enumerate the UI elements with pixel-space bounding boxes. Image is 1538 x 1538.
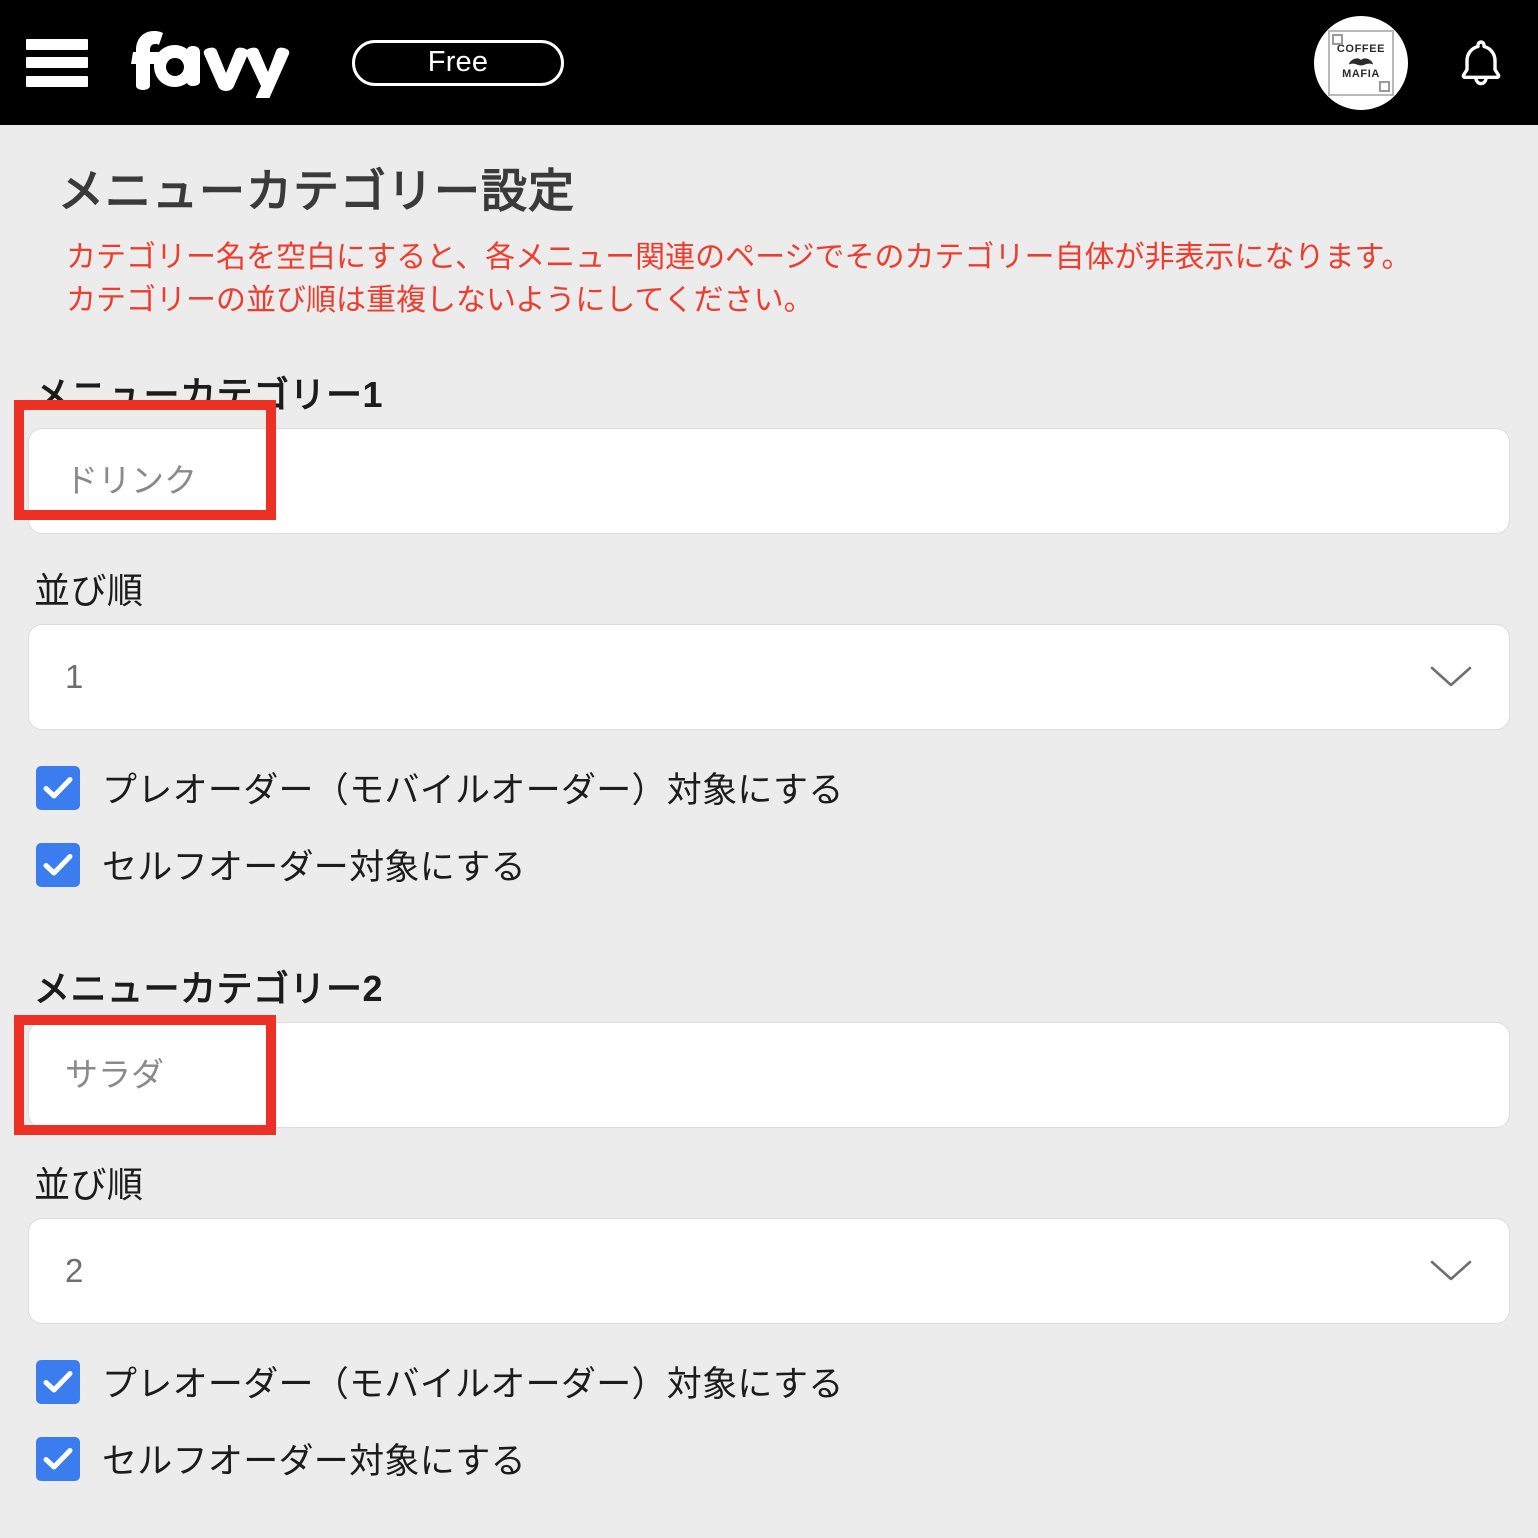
app-page: Free COFFEE MAFIA メニューカテゴリー設定 カテゴリー名を空白に… bbox=[0, 0, 1538, 1538]
plan-badge-label: Free bbox=[427, 46, 489, 78]
hamburger-bar bbox=[26, 75, 88, 87]
bell-icon[interactable] bbox=[1454, 34, 1508, 92]
category-1-selforder-checkbox[interactable] bbox=[36, 842, 80, 887]
category-1-sort-label: 並び順 bbox=[34, 570, 144, 612]
category-2-sort-select-wrap: 2 bbox=[28, 1218, 1510, 1325]
hamburger-menu-icon[interactable] bbox=[26, 38, 88, 87]
category-1-selforder-label[interactable]: セルフオーダー対象にする bbox=[102, 839, 526, 890]
warning-message: カテゴリー名を空白にすると、各メニュー関連のページでそのカテゴリー自体が非表示に… bbox=[28, 221, 1510, 322]
category-1-name-input[interactable] bbox=[28, 428, 1510, 535]
checkmark-icon bbox=[43, 853, 73, 876]
warning-line-2: カテゴリーの並び順は重複しないようにしてください。 bbox=[66, 283, 814, 317]
category-2-selforder-row[interactable]: セルフオーダー対象にする bbox=[28, 1433, 1510, 1484]
category-1-sort-value: 1 bbox=[65, 658, 84, 696]
category-block-1: メニューカテゴリー1 並び順 1 プレオーダー（モバイルオーダー）対象にする bbox=[28, 366, 1510, 890]
hamburger-bar bbox=[26, 38, 88, 50]
category-1-preorder-checkbox[interactable] bbox=[36, 765, 80, 810]
avatar-frame: COFFEE MAFIA bbox=[1328, 29, 1394, 96]
category-2-selforder-checkbox[interactable] bbox=[36, 1436, 80, 1481]
hamburger-bar bbox=[26, 57, 88, 68]
category-2-name-input[interactable] bbox=[28, 1022, 1510, 1129]
app-header: Free COFFEE MAFIA bbox=[0, 0, 1538, 125]
avatar[interactable]: COFFEE MAFIA bbox=[1314, 15, 1408, 110]
checkmark-icon bbox=[43, 776, 73, 799]
category-2-sort-select[interactable]: 2 bbox=[28, 1218, 1510, 1325]
category-block-2: メニューカテゴリー2 並び順 2 プレオーダー（モバイルオーダー）対象にする bbox=[28, 960, 1510, 1484]
avatar-line-2: MAFIA bbox=[1342, 68, 1380, 80]
category-2-heading: メニューカテゴリー2 bbox=[34, 968, 384, 1010]
mustache-icon bbox=[1349, 58, 1373, 66]
category-2-sort-label: 並び順 bbox=[34, 1164, 144, 1206]
category-2-preorder-label[interactable]: プレオーダー（モバイルオーダー）対象にする bbox=[102, 1356, 844, 1407]
category-1-preorder-label[interactable]: プレオーダー（モバイルオーダー）対象にする bbox=[102, 762, 844, 813]
category-2-selforder-label[interactable]: セルフオーダー対象にする bbox=[102, 1433, 526, 1484]
category-1-sort-select[interactable]: 1 bbox=[28, 624, 1510, 731]
avatar-line-1: COFFEE bbox=[1336, 43, 1386, 56]
category-2-preorder-checkbox[interactable] bbox=[36, 1359, 80, 1404]
checkmark-icon bbox=[43, 1447, 73, 1470]
category-1-selforder-row[interactable]: セルフオーダー対象にする bbox=[28, 839, 1510, 890]
category-1-heading: メニューカテゴリー1 bbox=[34, 374, 384, 416]
warning-line-1: カテゴリー名を空白にすると、各メニュー関連のページでそのカテゴリー自体が非表示に… bbox=[66, 241, 1412, 274]
checkmark-icon bbox=[43, 1370, 73, 1393]
category-2-sort-value: 2 bbox=[65, 1252, 84, 1290]
favy-logo[interactable] bbox=[122, 28, 308, 98]
category-1-preorder-row[interactable]: プレオーダー（モバイルオーダー）対象にする bbox=[28, 762, 1510, 813]
category-1-sort-select-wrap: 1 bbox=[28, 624, 1510, 731]
page-title: メニューカテゴリー設定 bbox=[58, 165, 575, 217]
category-2-preorder-row[interactable]: プレオーダー（モバイルオーダー）対象にする bbox=[28, 1356, 1510, 1407]
plan-badge[interactable]: Free bbox=[352, 39, 564, 86]
main-content: メニューカテゴリー設定 カテゴリー名を空白にすると、各メニュー関連のページでその… bbox=[0, 125, 1538, 1484]
